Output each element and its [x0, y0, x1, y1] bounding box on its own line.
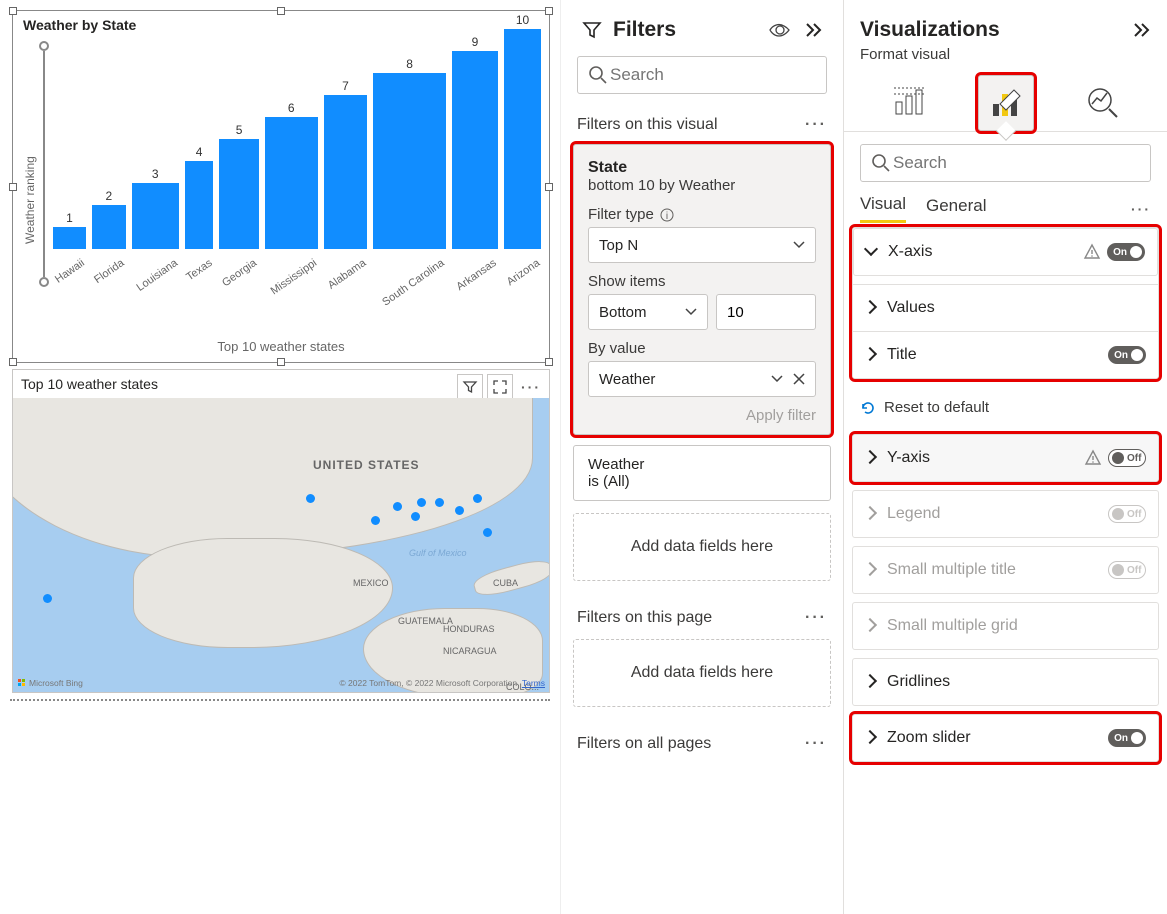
small-multiple-grid-item: Small multiple grid [852, 602, 1159, 650]
zoom-slider-item[interactable]: Zoom slider On [852, 714, 1159, 762]
format-visual-tab[interactable] [978, 75, 1034, 131]
viz-header: Visualizations [860, 18, 1133, 42]
bar-louisiana[interactable]: 3Louisiana [132, 167, 179, 287]
bar-arkansas[interactable]: 9Arkansas [452, 35, 498, 287]
bar-georgia[interactable]: 5Georgia [219, 123, 258, 287]
axis-handle [39, 35, 49, 335]
legend-item: Legend Off [852, 490, 1159, 538]
small-multiple-title-item: Small multiple title Off [852, 546, 1159, 594]
smt-toggle: Off [1108, 561, 1146, 579]
map-attribution-left: Microsoft Bing [17, 678, 83, 688]
more-options-icon[interactable]: ··· [805, 609, 827, 627]
map-attribution-right: © 2022 TomTom, © 2022 Microsoft Corporat… [339, 678, 545, 688]
yaxis-toggle[interactable]: Off [1108, 449, 1146, 467]
xaxis-header[interactable]: X-axis On [853, 228, 1158, 276]
show-items-count-input[interactable] [716, 294, 816, 330]
analytics-tab[interactable] [1075, 75, 1131, 131]
viz-subheader: Format visual [844, 46, 1167, 69]
filters-all-section: Filters on all pages [577, 735, 711, 753]
by-value-select[interactable]: Weather [588, 361, 816, 397]
chevron-down-icon [771, 373, 783, 385]
yaxis-item[interactable]: Y-axis Off [852, 434, 1159, 482]
filter-card-weather[interactable]: Weather is (All) [573, 445, 831, 501]
bar-texas[interactable]: 4Texas [185, 145, 214, 287]
warning-icon [1083, 243, 1101, 261]
xaxis-toggle[interactable]: On [1107, 243, 1145, 261]
title-toggle[interactable]: On [1108, 346, 1146, 364]
apply-filter-button[interactable]: Apply filter [588, 397, 816, 424]
visualizations-pane: Visualizations Format visual Visual [844, 0, 1167, 914]
more-options-icon[interactable]: ··· [805, 735, 827, 753]
map-country-label: UNITED STATES [313, 458, 420, 472]
tab-visual[interactable]: Visual [860, 194, 906, 223]
bing-map[interactable]: UNITED STATES MEXICO GUATEMALA HONDURAS … [13, 398, 549, 692]
more-options-icon[interactable]: ··· [805, 116, 827, 134]
build-visual-tab[interactable] [881, 75, 937, 131]
zoom-toggle[interactable]: On [1108, 729, 1146, 747]
more-options-icon[interactable]: ··· [1131, 201, 1151, 217]
search-input[interactable] [608, 64, 833, 86]
values-item[interactable]: Values [853, 284, 1158, 331]
map-visual[interactable]: ··· Top 10 weather states UNITED STATES … [12, 369, 550, 693]
legend-toggle: Off [1108, 505, 1146, 523]
close-icon[interactable] [793, 373, 805, 385]
filter-field-name: State [588, 159, 816, 177]
viz-search[interactable] [860, 144, 1151, 182]
warning-icon [1084, 449, 1102, 467]
bar-alabama[interactable]: 7Alabama [324, 79, 367, 287]
bar-florida[interactable]: 2Florida [92, 189, 126, 287]
reset-icon [860, 400, 876, 416]
focus-mode-icon[interactable] [487, 374, 513, 400]
bar-arizona[interactable]: 10Arizona [504, 13, 541, 287]
bar-chart-visual[interactable]: Weather by State Weather ranking 1Hawaii… [12, 10, 550, 363]
add-data-fields-drop[interactable]: Add data fields here [573, 639, 831, 707]
bar-hawaii[interactable]: 1Hawaii [53, 211, 86, 287]
chevron-down-icon [685, 306, 697, 318]
filters-visual-section: Filters on this visual [577, 116, 718, 134]
filter-icon [581, 19, 603, 41]
filters-search[interactable] [577, 56, 827, 94]
filter-description: bottom 10 by Weather [588, 177, 816, 194]
search-icon [588, 65, 608, 85]
search-icon [871, 153, 891, 173]
tab-general[interactable]: General [926, 196, 986, 222]
filter-type-select[interactable]: Top N [588, 227, 816, 263]
filter-card-state[interactable]: State bottom 10 by Weather Filter type i… [573, 144, 831, 435]
info-icon[interactable]: i [660, 208, 674, 222]
bar-plot-area: 1Hawaii2Florida3Louisiana4Texas5Georgia6… [49, 35, 545, 335]
filters-page-section: Filters on this page [577, 609, 712, 627]
reset-to-default[interactable]: Reset to default [852, 389, 1159, 434]
title-item[interactable]: Title On [853, 331, 1158, 378]
show-items-direction-select[interactable]: Bottom [588, 294, 708, 330]
eye-icon[interactable] [769, 23, 791, 37]
bar-mississippi[interactable]: 6Mississippi [265, 101, 318, 287]
filters-pane: Filters Filters on this visual ··· State… [561, 0, 844, 914]
filter-icon[interactable] [457, 374, 483, 400]
y-axis-label: Weather ranking [21, 35, 39, 335]
more-options-icon[interactable]: ··· [517, 379, 545, 395]
bar-south-carolina[interactable]: 8South Carolina [373, 57, 446, 287]
search-input[interactable] [891, 152, 1140, 174]
collapse-icon[interactable] [1133, 22, 1151, 38]
collapse-icon[interactable] [805, 22, 823, 38]
gridlines-item[interactable]: Gridlines [852, 658, 1159, 706]
filters-header: Filters [613, 18, 769, 42]
chevron-down-icon [793, 239, 805, 251]
svg-text:i: i [666, 211, 668, 222]
xaxis-group: X-axis On Values Title On [852, 227, 1159, 379]
add-data-fields-drop[interactable]: Add data fields here [573, 513, 831, 581]
